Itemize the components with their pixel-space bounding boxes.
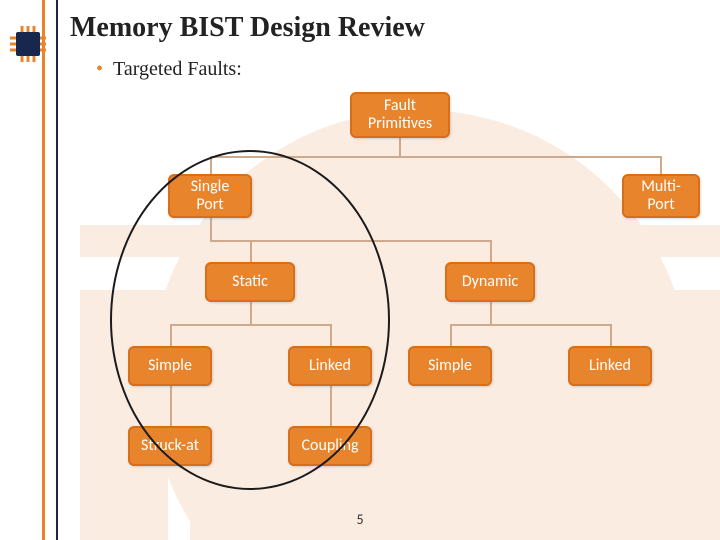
chip-icon	[6, 22, 50, 71]
node-simple-right: Simple	[408, 346, 492, 386]
node-multi-port: Multi- Port	[622, 174, 700, 218]
fault-tree-diagram: Fault Primitives Single Port Multi- Port…	[50, 80, 710, 510]
focus-ellipse	[110, 150, 390, 490]
node-dynamic: Dynamic	[445, 262, 535, 302]
slide: Memory BIST Design Review • Targeted Faul…	[0, 0, 720, 540]
node-linked-right: Linked	[568, 346, 652, 386]
bullet-targeted-faults: • Targeted Faults:	[96, 58, 242, 81]
bullet-dot-icon: •	[96, 58, 103, 80]
page-number: 5	[0, 511, 720, 528]
node-fault-primitives: Fault Primitives	[350, 92, 450, 138]
page-title: Memory BIST Design Review	[70, 12, 425, 44]
bullet-label: Targeted Faults:	[113, 58, 242, 80]
